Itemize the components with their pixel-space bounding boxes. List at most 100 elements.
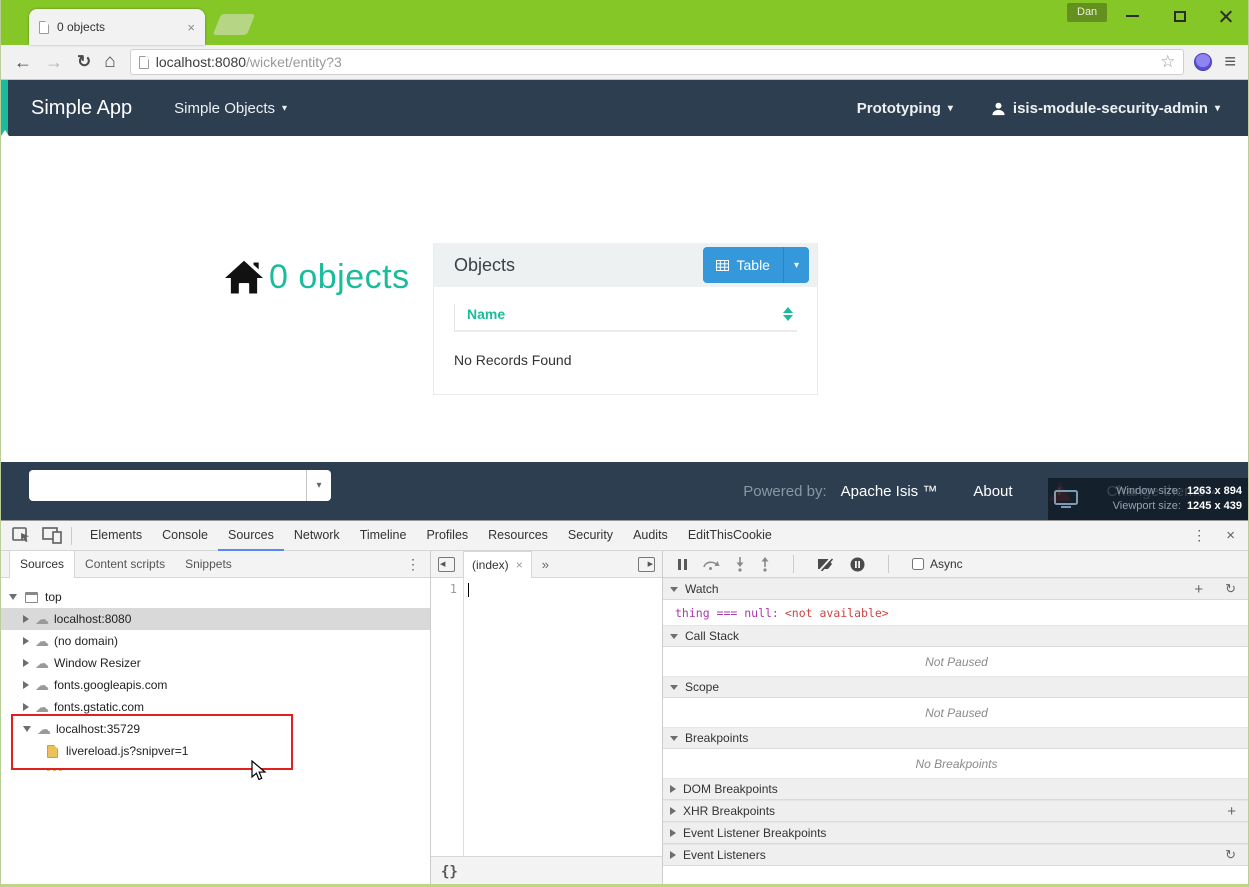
tree-label: top	[45, 590, 62, 604]
editor-tab-index[interactable]: (index) ×	[463, 551, 532, 578]
pretty-print-icon[interactable]: {}	[431, 864, 458, 880]
tree-item-localhost8080[interactable]: ☁ localhost:8080	[1, 608, 430, 630]
breakpoints-section-header[interactable]: Breakpoints	[663, 727, 1249, 749]
editthiscookie-extension-icon[interactable]	[1194, 53, 1212, 71]
step-out-icon[interactable]	[760, 557, 770, 572]
table-view-button[interactable]: Table ▾	[703, 247, 810, 283]
code-editor[interactable]: 1	[431, 578, 662, 856]
subtab-content-scripts[interactable]: Content scripts	[75, 551, 175, 578]
chrome-menu-icon[interactable]: ≡	[1224, 51, 1236, 74]
event-listeners-section-header[interactable]: Event Listeners ↻	[663, 844, 1249, 866]
tab-network[interactable]: Network	[284, 521, 350, 551]
tab-editthiscookie[interactable]: EditThisCookie	[678, 521, 782, 551]
window-close-button[interactable]	[1211, 6, 1241, 26]
tree-item-no-domain[interactable]: ☁ (no domain)	[1, 630, 430, 652]
tree-item-fonts-googleapis[interactable]: ☁ fonts.googleapis.com	[1, 674, 430, 696]
close-icon[interactable]: ×	[516, 558, 523, 572]
add-xhr-breakpoint-icon[interactable]: +	[1227, 803, 1236, 820]
bookmark-star-icon[interactable]: ☆	[1160, 52, 1175, 72]
editor-tab-label: (index)	[472, 558, 509, 572]
tab-profiles[interactable]: Profiles	[416, 521, 478, 551]
address-bar[interactable]: localhost:8080/wicket/entity?3 ☆	[130, 49, 1185, 75]
subtab-sources[interactable]: Sources	[9, 551, 75, 578]
forward-button[interactable]: →	[45, 52, 63, 73]
tab-elements[interactable]: Elements	[80, 521, 152, 551]
menu-prototyping-label: Prototyping	[857, 100, 941, 117]
combobox-dropdown[interactable]: ▾	[306, 470, 331, 501]
tab-sources[interactable]: Sources	[218, 521, 284, 551]
user-menu[interactable]: isis-module-security-admin ▾	[991, 100, 1220, 117]
xhr-breakpoints-section-header[interactable]: XHR Breakpoints +	[663, 800, 1249, 822]
viewport-size-label: Viewport size:	[1113, 499, 1181, 514]
more-tabs-icon[interactable]: »	[542, 557, 549, 572]
event-listener-breakpoints-section-header[interactable]: Event Listener Breakpoints	[663, 822, 1249, 844]
collapsed-arrow-icon[interactable]	[23, 681, 29, 689]
collapsed-arrow-icon	[670, 807, 676, 815]
dom-breakpoints-section-header[interactable]: DOM Breakpoints	[663, 778, 1249, 800]
subtabs-menu-icon[interactable]: ⋮	[406, 556, 430, 573]
table-view-main[interactable]: Table	[703, 247, 783, 283]
refresh-watch-icon[interactable]: ↻	[1225, 581, 1236, 597]
window-maximize-button[interactable]	[1165, 6, 1195, 26]
chevron-down-icon: ▾	[282, 103, 287, 114]
tab-title: 0 objects	[57, 20, 179, 34]
deactivate-breakpoints-icon[interactable]	[817, 557, 835, 571]
column-header-name[interactable]: Name	[467, 306, 505, 322]
device-toolbar-icon[interactable]	[41, 526, 63, 546]
browser-tab[interactable]: 0 objects ×	[29, 9, 205, 45]
collapsed-arrow-icon[interactable]	[23, 615, 29, 623]
debugger-toolbar: Async	[663, 551, 1249, 578]
step-over-icon[interactable]	[702, 558, 720, 570]
inspect-element-icon[interactable]	[10, 526, 32, 546]
window-minimize-button[interactable]	[1117, 6, 1147, 26]
search-combobox[interactable]: ▾	[29, 470, 331, 501]
chevron-down-icon: ▾	[1215, 103, 1220, 114]
tab-resources[interactable]: Resources	[478, 521, 558, 551]
async-checkbox[interactable]	[912, 558, 924, 570]
url-text: localhost:8080/wicket/entity?3	[156, 54, 342, 70]
mouse-cursor	[251, 760, 268, 782]
show-drawer-icon[interactable]: ▶	[638, 557, 655, 572]
sort-icon[interactable]	[783, 307, 793, 321]
refresh-listeners-icon[interactable]: ↻	[1225, 847, 1236, 863]
profile-badge[interactable]: Dan	[1067, 3, 1107, 22]
table-view-dropdown[interactable]: ▾	[783, 247, 809, 283]
pause-script-icon[interactable]	[678, 559, 687, 570]
expanded-arrow-icon[interactable]	[9, 594, 17, 600]
async-toggle[interactable]: Async	[912, 557, 963, 571]
menu-simple-objects-label: Simple Objects	[174, 100, 275, 117]
add-watch-icon[interactable]: +	[1194, 581, 1203, 598]
code-area[interactable]	[464, 578, 662, 856]
devtools-menu-icon[interactable]: ⋮	[1192, 527, 1206, 544]
pause-on-exceptions-icon[interactable]	[850, 557, 865, 572]
about-link[interactable]: About	[973, 483, 1012, 500]
devtools-close-icon[interactable]: ×	[1226, 527, 1235, 544]
tab-audits[interactable]: Audits	[623, 521, 678, 551]
collapsed-arrow-icon[interactable]	[23, 659, 29, 667]
hide-navigator-icon[interactable]: ◀	[438, 557, 455, 572]
toolbar-divider	[71, 527, 72, 545]
scope-section-header[interactable]: Scope	[663, 676, 1249, 698]
tree-label: fonts.gstatic.com	[54, 700, 144, 714]
tab-timeline[interactable]: Timeline	[350, 521, 417, 551]
new-tab-button[interactable]	[213, 14, 255, 35]
collapsed-arrow-icon[interactable]	[23, 637, 29, 645]
menu-simple-objects[interactable]: Simple Objects ▾	[174, 100, 287, 117]
back-button[interactable]: ←	[14, 52, 32, 73]
tree-item-window-resizer[interactable]: ☁ Window Resizer	[1, 652, 430, 674]
collapsed-arrow-icon[interactable]	[23, 703, 29, 711]
reload-button[interactable]: ↻	[77, 52, 91, 72]
tree-item-top[interactable]: top	[1, 586, 430, 608]
subtab-snippets[interactable]: Snippets	[175, 551, 242, 578]
app-brand[interactable]: Simple App	[31, 97, 132, 120]
tab-security[interactable]: Security	[558, 521, 623, 551]
step-into-icon[interactable]	[735, 557, 745, 572]
tab-console[interactable]: Console	[152, 521, 218, 551]
menu-prototyping[interactable]: Prototyping ▾	[857, 100, 953, 117]
url-host: localhost:8080	[156, 54, 246, 70]
home-button[interactable]: ⌂	[104, 51, 115, 73]
watch-expression-row[interactable]: thing === null: <not available>	[663, 600, 1249, 625]
watch-section-header[interactable]: Watch + ↻	[663, 578, 1249, 600]
call-stack-section-header[interactable]: Call Stack	[663, 625, 1249, 647]
tab-close-icon[interactable]: ×	[187, 20, 195, 35]
